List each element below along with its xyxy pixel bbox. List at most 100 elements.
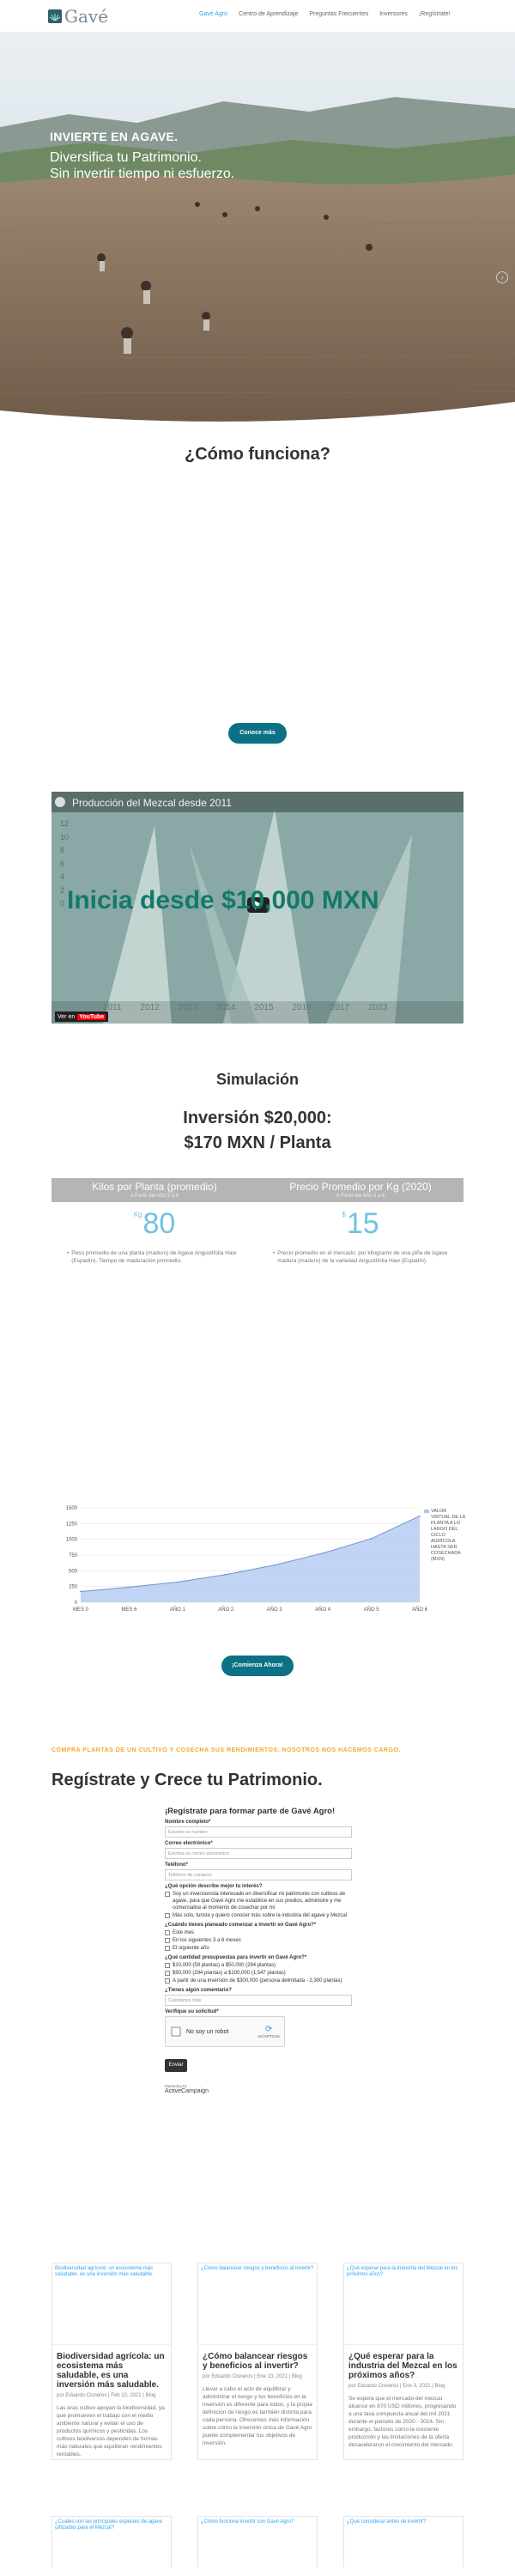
blog-card-title[interactable]: ¿Cómo balancear riesgos y beneficios al … xyxy=(198,2345,317,2373)
option-label: El siguiente año xyxy=(173,1946,209,1951)
blog-card-meta: por Eduardo Cisneros | Ene 13, 2021 | Bl… xyxy=(203,2374,302,2379)
hero-photo xyxy=(0,33,515,429)
form-title: ¡Regístrate para formar parte de Gavé Ag… xyxy=(165,1807,336,1816)
blog-card-image[interactable]: ¿Qué considerar antes de invertir? xyxy=(344,2517,463,2576)
chart-xtick-label: AÑO 2 xyxy=(218,1607,234,1613)
verify-label: Verifique su solicitud* xyxy=(165,2009,219,2014)
video-ytick: 10 xyxy=(60,832,70,841)
nav-item-centro-aprendizaje[interactable]: Centro de Aprendizaje xyxy=(239,11,298,17)
phone-input[interactable]: Teléfono de contacto xyxy=(165,1869,352,1880)
budget-question: ¿Qué cantidad presupuestas para invertir… xyxy=(165,1955,307,1960)
timing-question: ¿Cuándo tienes planeado comenzar a inver… xyxy=(165,1923,317,1928)
blog-card[interactable]: ¿Cuáles son las principales especies de … xyxy=(52,2516,172,2567)
blog-card-image[interactable]: ¿Cómo funciona invertir con Gavé Agro? xyxy=(198,2517,317,2576)
checkbox[interactable] xyxy=(165,1978,170,1984)
video-year: 2013 xyxy=(178,1003,198,1012)
kilos-value: Kg80 xyxy=(52,1207,258,1241)
chart-data-point xyxy=(225,1573,227,1576)
chart-ytick-label: 0 xyxy=(75,1601,78,1606)
budget-option[interactable]: $50,000 (294 plantas) a $100,000 (1,547 … xyxy=(165,1970,352,1977)
blog-card-image[interactable]: ¿Cómo balancear riesgos y beneficios al … xyxy=(198,2263,317,2345)
checkbox[interactable] xyxy=(165,1963,170,1968)
blog-card-image[interactable]: ¿Qué esperar para la industria del Mezca… xyxy=(344,2263,463,2345)
watch-on-youtube[interactable]: Ver en YouTube xyxy=(55,1012,109,1022)
blog-card[interactable]: ¿Cómo funciona invertir con Gavé Agro? xyxy=(197,2516,318,2567)
checkbox[interactable] xyxy=(165,1946,170,1951)
hero-headline: INVIERTE EN AGAVE. xyxy=(50,130,179,143)
blog-card[interactable]: ¿Cómo balancear riesgos y beneficios al … xyxy=(197,2263,318,2460)
chart-data-point xyxy=(370,1538,373,1540)
logo[interactable]: Gavé xyxy=(48,2,108,31)
video-year: 2014 xyxy=(216,1003,236,1012)
registration-form: ¡Regístrate para formar parte de Gavé Ag… xyxy=(165,1807,352,2094)
timing-option[interactable]: En los siguientes 3 a 6 meses xyxy=(165,1937,352,1944)
video-year: 2012 xyxy=(140,1003,160,1012)
price-unit: $ xyxy=(342,1211,346,1218)
option-label: Este mes xyxy=(173,1930,195,1935)
interest-option[interactable]: Más solo, turista y quiero conocer más s… xyxy=(165,1912,352,1919)
register-lead: COMPRA PLANTAS DE UN CULTIVO Y COSECHA S… xyxy=(52,1747,401,1753)
email-input[interactable]: Escriba su correo electrónico xyxy=(165,1848,352,1859)
start-now-button[interactable]: ¡Comienza Ahora! xyxy=(221,1656,294,1676)
chart-xtick-label: AÑO 5 xyxy=(364,1607,380,1613)
simulation-investment: Inversión $20,000: $170 MXN / Planta xyxy=(0,1106,515,1156)
main-nav: Gavé Agro Centro de Aprendizaje Pregunta… xyxy=(199,11,451,17)
timing-option[interactable]: Este mes xyxy=(165,1929,352,1936)
blog-card-excerpt: Llevar a cabo el acto de equilibrar y ad… xyxy=(203,2386,312,2446)
name-label: Nombre completo* xyxy=(165,1820,211,1825)
blog-card-excerpt: Las eras cultivo apoyan la biodiversidad… xyxy=(57,2405,165,2458)
price-note-text: Precio promedio en el mercado, por kilog… xyxy=(277,1250,448,1264)
checkbox[interactable] xyxy=(165,1913,170,1918)
name-input[interactable]: Escribe su nombre xyxy=(165,1826,352,1838)
timing-option[interactable]: El siguiente año xyxy=(165,1945,352,1952)
price-number: 15 xyxy=(346,1207,379,1240)
interest-option[interactable]: Soy un inversionista interesado en diver… xyxy=(165,1891,352,1911)
kilos-number: 80 xyxy=(142,1207,176,1240)
checkbox[interactable] xyxy=(165,1938,170,1943)
kilos-header-sub: A Partir del Año 5 a 6 xyxy=(130,1194,179,1199)
submit-button[interactable]: Enviar xyxy=(165,2059,187,2072)
activecampaign-link[interactable]: ActiveCampaign xyxy=(165,2088,352,2094)
checkbox[interactable] xyxy=(165,1930,170,1935)
checkbox[interactable] xyxy=(165,1971,170,1976)
chart-data-point xyxy=(80,1590,82,1593)
chart-ytick-label: 500 xyxy=(69,1569,78,1574)
blog-card[interactable]: ¿Qué esperar para la industria del Mezca… xyxy=(343,2263,464,2460)
legend-swatch xyxy=(424,1510,429,1513)
legend-label: VALOR VIRTUAL DE LA PLANTA A LO LARGO DE… xyxy=(431,1509,466,1562)
blog-card-title[interactable]: ¿Qué esperar para la industria del Mezca… xyxy=(344,2345,463,2383)
chart-xtick-label: AÑO 3 xyxy=(267,1607,283,1613)
price-header: Precio Promedio por Kg (2020) A Partir d… xyxy=(258,1178,464,1202)
checkbox[interactable] xyxy=(165,1892,170,1897)
plant-value-chart: 1500 1250 1000 750 500 250 0MES 0 MES 6 AÑO 1 AÑO… xyxy=(66,1506,428,1613)
phone-label: Teléfono* xyxy=(165,1862,188,1868)
blog-card-image[interactable]: ¿Cuáles son las principales especies de … xyxy=(52,2517,171,2576)
kilos-note-text: Peso promedio de una planta (maduro) de … xyxy=(71,1250,237,1264)
chart-data-point xyxy=(322,1552,324,1554)
nav-item-gave-agro[interactable]: Gavé Agro xyxy=(199,11,227,17)
site-header: Gavé Gavé Agro Centro de Aprendizaje Pre… xyxy=(0,0,515,33)
blog-card-excerpt: Se espera que el mercado del mezcal alca… xyxy=(348,2396,457,2448)
watch-on-label: Ver en xyxy=(58,1013,76,1020)
nav-item-registrate[interactable]: ¡Regístrate! xyxy=(419,11,451,17)
hero-sub-line1: Diversifica tu Patrimonio. xyxy=(50,150,202,165)
comment-input[interactable]: Cuéntanos más xyxy=(165,1995,352,2006)
learn-more-button[interactable]: Conoce más xyxy=(228,723,287,744)
interest-question: ¿Qué opción describe mejor tu interés? xyxy=(165,1884,263,1889)
blog-card[interactable]: ¿Qué considerar antes de invertir? xyxy=(343,2516,464,2567)
blog-card[interactable]: Biodiversidad agrícola: un ecosistema má… xyxy=(52,2263,172,2460)
price-value: $15 xyxy=(258,1207,464,1241)
nav-item-inversores[interactable]: Inversores xyxy=(379,11,408,17)
nav-item-preguntas[interactable]: Preguntas Frecuentes xyxy=(309,11,368,17)
hero-sub-line2: Sin invertir tiempo ni esfuerzo. xyxy=(50,167,235,181)
video-years: 2011 2012 2013 2014 2015 2016 2017 2023 xyxy=(103,1003,387,1012)
chart-data-point xyxy=(176,1581,179,1583)
chart-legend: VALOR VIRTUAL DE LA PLANTA A LO LARGO DE… xyxy=(424,1509,467,1563)
budget-option[interactable]: A partir de una inversión de $300,000 (p… xyxy=(165,1978,352,1984)
budget-option[interactable]: $10,000 (59 plantas) a $50,000 (294 plan… xyxy=(165,1962,352,1969)
slider-next-icon[interactable]: › xyxy=(496,271,508,283)
blog-card-image[interactable]: Biodiversidad agrícola: un ecosistema má… xyxy=(52,2263,171,2345)
recaptcha-checkbox[interactable] xyxy=(171,2026,181,2037)
blog-card-title[interactable]: Biodiversidad agrícola: un ecosistema má… xyxy=(52,2345,171,2392)
video-embed[interactable]: Producción del Mezcal desde 2011 12 10 8… xyxy=(52,792,464,1024)
